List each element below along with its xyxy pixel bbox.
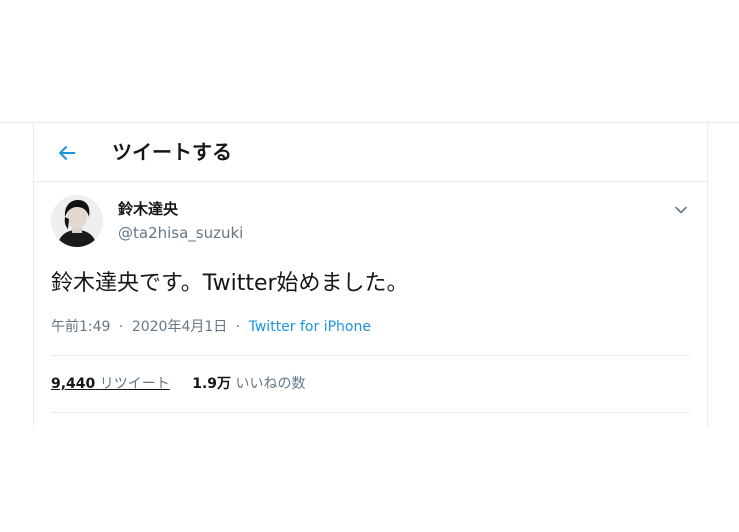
likes-label: いいねの数 [235,376,306,392]
tweet-date[interactable]: 2020年4月1日 [132,319,227,335]
retweets-count: 9,440 [51,376,96,392]
stats-divider-bottom [51,412,690,413]
likes-link[interactable]: 1.9万 いいねの数 [192,376,305,392]
username[interactable]: @ta2hisa_suzuki [118,223,243,243]
tweet-menu-button[interactable] [670,199,692,221]
arrow-left-icon [59,146,76,160]
avatar-image [51,195,103,247]
page-title: ツイートする [112,140,232,164]
tweet-panel: ツイートする 鈴木達央 @ta2hisa_suzuki 鈴木達央です。Twitt… [33,123,708,428]
meta-separator: · [235,319,241,335]
stats-divider-top [51,355,690,356]
tweet-text: 鈴木達央です。Twitter始めました。 [51,271,409,296]
meta-separator: · [118,319,124,335]
page-header: ツイートする [34,123,707,182]
back-button[interactable] [52,138,82,168]
tweet-time[interactable]: 午前1:49 [51,319,110,335]
avatar[interactable] [51,195,103,247]
chevron-down-icon [675,206,687,214]
retweets-link[interactable]: 9,440 リツイート [51,376,170,392]
tweet-stats: 9,440 リツイート 1.9万 いいねの数 [51,374,305,394]
retweets-label: リツイート [99,376,170,392]
display-name[interactable]: 鈴木達央 [118,199,178,219]
tweet-source-link[interactable]: Twitter for iPhone [249,319,371,335]
likes-count: 1.9万 [192,376,232,392]
tweet-meta: 午前1:49 · 2020年4月1日 · Twitter for iPhone [51,318,371,336]
